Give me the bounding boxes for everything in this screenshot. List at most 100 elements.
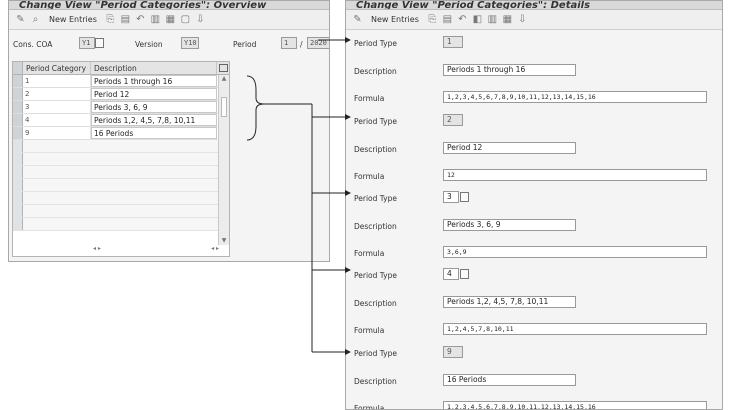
formula-input[interactable]: 1,2,4,5,7,8,10,11 [443,323,707,335]
new-entries-button[interactable]: New Entries [371,15,419,24]
empty-row [13,205,229,218]
empty-row [13,192,229,205]
pencil-icon[interactable]: ✎ [15,14,26,25]
row-description-input[interactable]: Periods 3, 6, 9 [91,101,217,113]
value-help-icon[interactable] [460,269,469,279]
row-category: 9 [23,127,91,139]
cons-coa-label: Cons. COA [13,40,53,49]
transport-icon[interactable]: ⇩ [517,14,528,25]
horizontal-scrollbar[interactable]: ◂ ▸ ◂ ▸ [93,245,219,254]
new-entries-button[interactable]: New Entries [49,15,97,24]
description-input[interactable]: Periods 1 through 16 [443,64,576,76]
transport-icon[interactable]: ⇩ [195,14,206,25]
row-selector[interactable] [13,114,23,126]
formula-input[interactable]: 3,6,9 [443,246,707,258]
value-help-icon[interactable] [460,192,469,202]
description-label: Description [354,145,397,154]
row-selector[interactable] [13,127,23,139]
description-input[interactable]: Period 12 [443,142,576,154]
next-entry-icon[interactable]: ▥ [487,14,498,25]
select-all-icon[interactable]: ▦ [165,14,176,25]
period-type-label: Period Type [354,194,397,203]
description-label: Description [354,222,397,231]
col-description[interactable]: Description [91,62,217,74]
select-icon[interactable]: ▦ [502,14,513,25]
col-period-category[interactable]: Period Category [23,62,91,74]
version-label: Version [135,40,163,49]
table-row[interactable]: 1 Periods 1 through 16 [13,75,229,88]
value-help-icon[interactable] [95,38,104,48]
scroll-down-icon[interactable]: ▼ [219,237,229,245]
formula-label: Formula [354,249,385,258]
scroll-thumb[interactable] [221,97,227,117]
period-type-field: 1 [443,36,463,48]
period-field[interactable]: 1 [281,37,297,49]
scroll-up-icon[interactable]: ▲ [219,75,229,83]
copy-as-icon[interactable]: ▤ [120,14,131,25]
copy-icon[interactable]: ⎘ [427,14,438,25]
period-type-label: Period Type [354,117,397,126]
pencil-icon[interactable]: ✎ [352,14,363,25]
year-field[interactable]: 2020 [307,37,329,49]
description-input[interactable]: Periods 1,2, 4,5, 7,8, 10,11 [443,296,576,308]
row-description-input[interactable]: Periods 1 through 16 [91,75,217,87]
select-all-cell[interactable] [13,62,23,74]
empty-row [13,153,229,166]
row-description-input[interactable]: 16 Periods [91,127,217,139]
table-settings-icon[interactable] [217,62,229,74]
version-field[interactable]: Y10 [181,37,199,49]
delete-icon[interactable]: ▥ [150,14,161,25]
deselect-icon[interactable]: ▢ [180,14,191,25]
period-separator: / [300,40,303,49]
formula-label: Formula [354,94,385,103]
table-row[interactable]: 4 Periods 1,2, 4,5, 7,8, 10,11 [13,114,229,127]
formula-input[interactable]: 1,2,3,4,5,6,7,8,9,10,11,12,13,14,15,16 [443,91,707,103]
row-selector[interactable] [13,88,23,100]
period-type-field: 2 [443,114,463,126]
details-title: Change View "Period Categories": Details [346,1,722,10]
table-row[interactable]: 2 Period 12 [13,88,229,101]
formula-label: Formula [354,172,385,181]
period-type-label: Period Type [354,39,397,48]
period-type-field: 9 [443,346,463,358]
description-input[interactable]: Periods 3, 6, 9 [443,219,576,231]
period-type-field[interactable]: 4 [443,268,459,280]
description-label: Description [354,67,397,76]
copy-as-icon[interactable]: ▤ [442,14,453,25]
table-row[interactable]: 9 16 Periods [13,127,229,140]
vertical-scrollbar[interactable]: ▲ ▼ [218,75,229,245]
empty-row [13,179,229,192]
overview-toolbar: ✎ ⌕ New Entries ⎘ ▤ ↶ ▥ ▦ ▢ ⇩ [9,10,329,30]
table-row[interactable]: 3 Periods 3, 6, 9 [13,101,229,114]
scroll-left-icon[interactable]: ◂ ▸ [93,245,101,254]
cons-coa-field[interactable]: Y1 [79,37,95,49]
description-label: Description [354,377,397,386]
row-category: 2 [23,88,91,100]
details-window: Change View "Period Categories": Details… [345,0,723,410]
description-label: Description [354,299,397,308]
row-category: 1 [23,75,91,87]
period-type-field[interactable]: 3 [443,191,459,203]
previous-entry-icon[interactable]: ◧ [472,14,483,25]
empty-row [13,166,229,179]
description-input[interactable]: 16 Periods [443,374,576,386]
scroll-right-icon[interactable]: ◂ ▸ [211,245,219,254]
empty-row [13,140,229,153]
formula-input[interactable]: 12 [443,169,707,181]
display-icon[interactable]: ⌕ [30,14,41,25]
formula-label: Formula [354,326,385,335]
row-category: 4 [23,114,91,126]
row-description-input[interactable]: Period 12 [91,88,217,100]
undo-icon[interactable]: ↶ [135,14,146,25]
overview-window: Change View "Period Categories": Overvie… [8,0,330,262]
row-selector[interactable] [13,101,23,113]
row-description-input[interactable]: Periods 1,2, 4,5, 7,8, 10,11 [91,114,217,126]
formula-input[interactable]: 1,2,3,4,5,6,7,8,9,10,11,12,13,14,15,16 [443,401,707,409]
period-type-label: Period Type [354,271,397,280]
row-selector[interactable] [13,75,23,87]
copy-icon[interactable]: ⎘ [105,14,116,25]
undo-icon[interactable]: ↶ [457,14,468,25]
period-categories-table: Period Category Description 1 Periods 1 … [12,61,230,257]
details-toolbar: ✎ New Entries ⎘ ▤ ↶ ◧ ▥ ▦ ⇩ [346,10,722,30]
formula-label: Formula [354,404,385,410]
